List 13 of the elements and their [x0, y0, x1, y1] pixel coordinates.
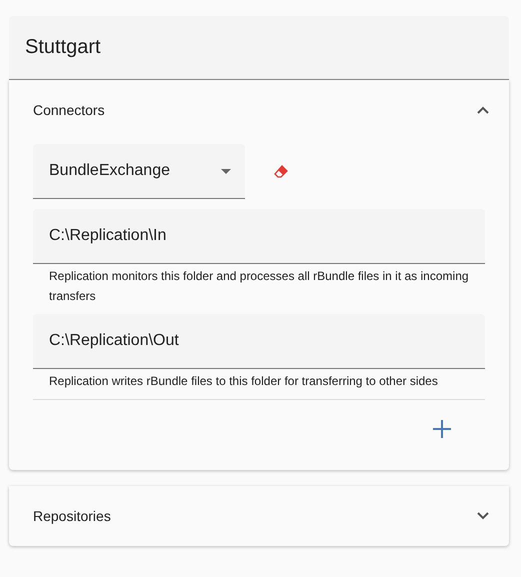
section-title[interactable]: Repositories [33, 508, 111, 524]
eraser-icon[interactable] [273, 164, 289, 180]
connector-select[interactable]: BundleExchange [33, 144, 245, 199]
page-title: Stuttgart [25, 36, 101, 59]
chevron-down-icon[interactable] [477, 512, 489, 520]
chevron-up-icon[interactable] [477, 106, 489, 114]
section-title[interactable]: Connectors [33, 102, 105, 118]
dropdown-caret-icon [221, 168, 231, 174]
folder-path-field[interactable]: C:\Replication\Out [33, 314, 485, 369]
helper-text: Replication writes rBundle files to this folder for transferring to other sides [48, 373, 439, 390]
add-icon[interactable] [433, 420, 451, 438]
folder-path-field[interactable]: C:\Replication\In [33, 209, 485, 264]
helper-text: Replication monitors this folder and processes all rBundle files in it as incoming transfers [48, 268, 470, 305]
